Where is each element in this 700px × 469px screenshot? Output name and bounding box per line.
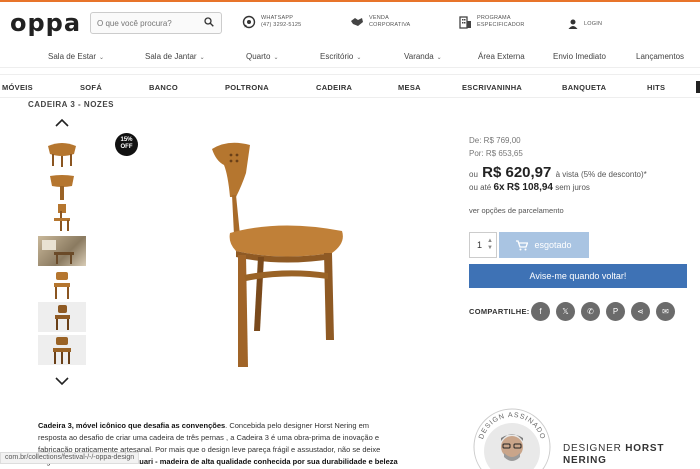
designer-first-name: HORST	[625, 443, 665, 454]
search-icon[interactable]	[204, 17, 214, 27]
thumbnail-2[interactable]	[38, 172, 86, 202]
specifier-label-1: PROGRAMA	[477, 15, 511, 21]
installment-count: 6x	[493, 182, 505, 193]
chair-front-thumb-image	[54, 272, 70, 299]
top-accent-line	[0, 0, 700, 2]
notify-me-button[interactable]: Avise-me quando voltar!	[469, 264, 687, 288]
nav-lancamentos[interactable]: Lançamentos	[636, 52, 684, 61]
discount-badge: 15% OFF	[115, 133, 138, 156]
corporate-label-2: CORPORATIVA	[369, 22, 411, 28]
installment-prefix: ou até	[469, 183, 492, 192]
chair-angle-thumb-image	[55, 305, 70, 330]
nav-escritorio[interactable]: Escritório ⌄	[320, 52, 361, 61]
chair-back-thumb-image	[50, 175, 74, 200]
cash-price-note: à vista (5% de desconto)*	[555, 170, 647, 179]
subnav-banqueta[interactable]: BANQUETA	[562, 83, 606, 92]
subnav-sofa[interactable]: SOFÁ	[80, 83, 102, 92]
subnav-cadeira[interactable]: CADEIRA	[316, 83, 352, 92]
login-link[interactable]: LOGIN	[567, 18, 602, 30]
discount-off-label: OFF	[120, 144, 133, 150]
cash-price-prefix: ou	[469, 170, 478, 179]
nav-envio-imediato[interactable]: Envio Imediato	[553, 52, 606, 61]
login-label: LOGIN	[584, 21, 603, 27]
corporate-sales-link[interactable]: VENDA CORPORATIVA	[350, 15, 410, 29]
link-status-bar: com.br/collections/festival-/-/-oppa-des…	[0, 452, 140, 464]
nav-sala-de-estar[interactable]: Sala de Estar ⌄	[48, 52, 104, 61]
chair-seat-thumb-image	[48, 143, 76, 167]
share-label: COMPARTILHE:	[469, 307, 530, 316]
description-intro: Cadeira 3, móvel icônico que desafia as …	[38, 421, 226, 430]
chevron-down-icon: ⌄	[99, 55, 105, 61]
thumbnail-3[interactable]	[38, 202, 86, 232]
designer-seal: DESIGN ASSINADO	[473, 408, 551, 469]
thumbnail-7[interactable]	[38, 335, 86, 365]
installment-options-link[interactable]: ver opções de parcelamento	[469, 206, 564, 215]
product-title-breadcrumb: CADEIRA 3 - NOZES	[28, 100, 114, 109]
facebook-icon[interactable]: f	[531, 302, 550, 321]
subnav-banco[interactable]: BANCO	[149, 83, 178, 92]
product-main-image[interactable]	[200, 135, 355, 370]
stepper-arrows-icon[interactable]: ▲ ▼	[487, 238, 493, 252]
installment-value: R$ 108,94	[506, 182, 553, 193]
nav-varanda[interactable]: Varanda ⌄	[404, 52, 442, 61]
subnav-scroll-handle[interactable]	[696, 81, 700, 93]
share-icon[interactable]: ⋖	[631, 302, 650, 321]
thumbnail-4[interactable]	[38, 236, 86, 266]
designer-name: DESIGNER HORST NERING	[563, 443, 664, 467]
pinterest-icon[interactable]: P	[606, 302, 625, 321]
sale-price: Por: R$ 653,65	[469, 149, 523, 158]
email-icon[interactable]: ✉	[656, 302, 675, 321]
designer-label: DESIGNER	[563, 443, 622, 454]
subnav-escrivaninha[interactable]: ESCRIVANINHA	[462, 83, 522, 92]
site-logo[interactable]: oppa	[10, 9, 81, 37]
chevron-down-icon: ⌄	[436, 55, 442, 61]
nav-area-externa[interactable]: Área Externa	[478, 52, 525, 61]
whatsapp-number: (47) 3292-5125	[261, 22, 302, 28]
corporate-label-1: VENDA	[369, 15, 389, 21]
chevron-down-icon: ⌄	[356, 55, 362, 61]
subnav-poltrona[interactable]: POLTRONA	[225, 83, 269, 92]
room-scene-thumb-image	[42, 240, 74, 264]
subnav-hits[interactable]: HITS	[647, 83, 665, 92]
whatsapp-icon	[242, 15, 256, 29]
soldout-label: esgotado	[534, 240, 572, 250]
chevron-up-icon[interactable]	[54, 118, 70, 128]
chevron-down-icon: ⌄	[273, 55, 279, 61]
nav-sala-de-jantar[interactable]: Sala de Jantar ⌄	[145, 52, 205, 61]
original-price: De: R$ 769,00	[469, 136, 521, 145]
cart-icon	[516, 239, 529, 250]
x-icon[interactable]: 𝕏	[556, 302, 575, 321]
discount-percent: 15%	[120, 137, 133, 143]
cash-price-line: ou R$ 620,97 à vista (5% de desconto)*	[469, 164, 647, 181]
chair-side-thumb-image	[54, 204, 70, 231]
chair-rear-thumb-image	[53, 337, 71, 364]
quantity-value[interactable]: 1	[477, 240, 482, 250]
installment-line: ou até 6x R$ 108,94 sem juros	[469, 182, 590, 193]
quantity-stepper[interactable]: 1 ▲ ▼	[469, 232, 497, 258]
installment-suffix: sem juros	[555, 183, 590, 192]
whatsapp-label: WHATSAPP	[261, 15, 294, 21]
specifier-program-link[interactable]: PROGRAMA ESPECIFICADOR	[458, 15, 525, 29]
specifier-label-2: ESPECIFICADOR	[477, 22, 525, 28]
chevron-down-icon: ⌄	[199, 55, 205, 61]
thumbnail-5[interactable]	[38, 270, 86, 300]
handshake-icon	[351, 18, 363, 26]
soldout-button[interactable]: esgotado	[499, 232, 589, 258]
subcategory-nav: MÓVEIS SOFÁ BANCO POLTRONA CADEIRA MESA …	[0, 74, 700, 98]
nav-quarto[interactable]: Quarto ⌄	[246, 52, 279, 61]
cash-price: R$ 620,97	[482, 164, 552, 181]
designer-last-name: NERING	[563, 455, 607, 466]
search-box[interactable]	[90, 12, 222, 34]
thumbnail-1[interactable]	[38, 138, 86, 168]
whatsapp-contact[interactable]: WHATSAPP (47) 3292-5125	[242, 15, 301, 29]
thumbnail-6[interactable]	[38, 302, 86, 332]
search-input[interactable]	[97, 16, 201, 30]
subnav-moveis[interactable]: MÓVEIS	[2, 83, 33, 92]
building-icon	[459, 16, 471, 29]
subnav-mesa[interactable]: MESA	[398, 83, 421, 92]
whatsapp-share-icon[interactable]: ✆	[581, 302, 600, 321]
chevron-down-icon[interactable]	[54, 376, 70, 386]
user-icon	[568, 19, 578, 29]
category-nav: Sala de Estar ⌄ Sala de Jantar ⌄ Quarto ⌄ E…	[0, 44, 700, 68]
